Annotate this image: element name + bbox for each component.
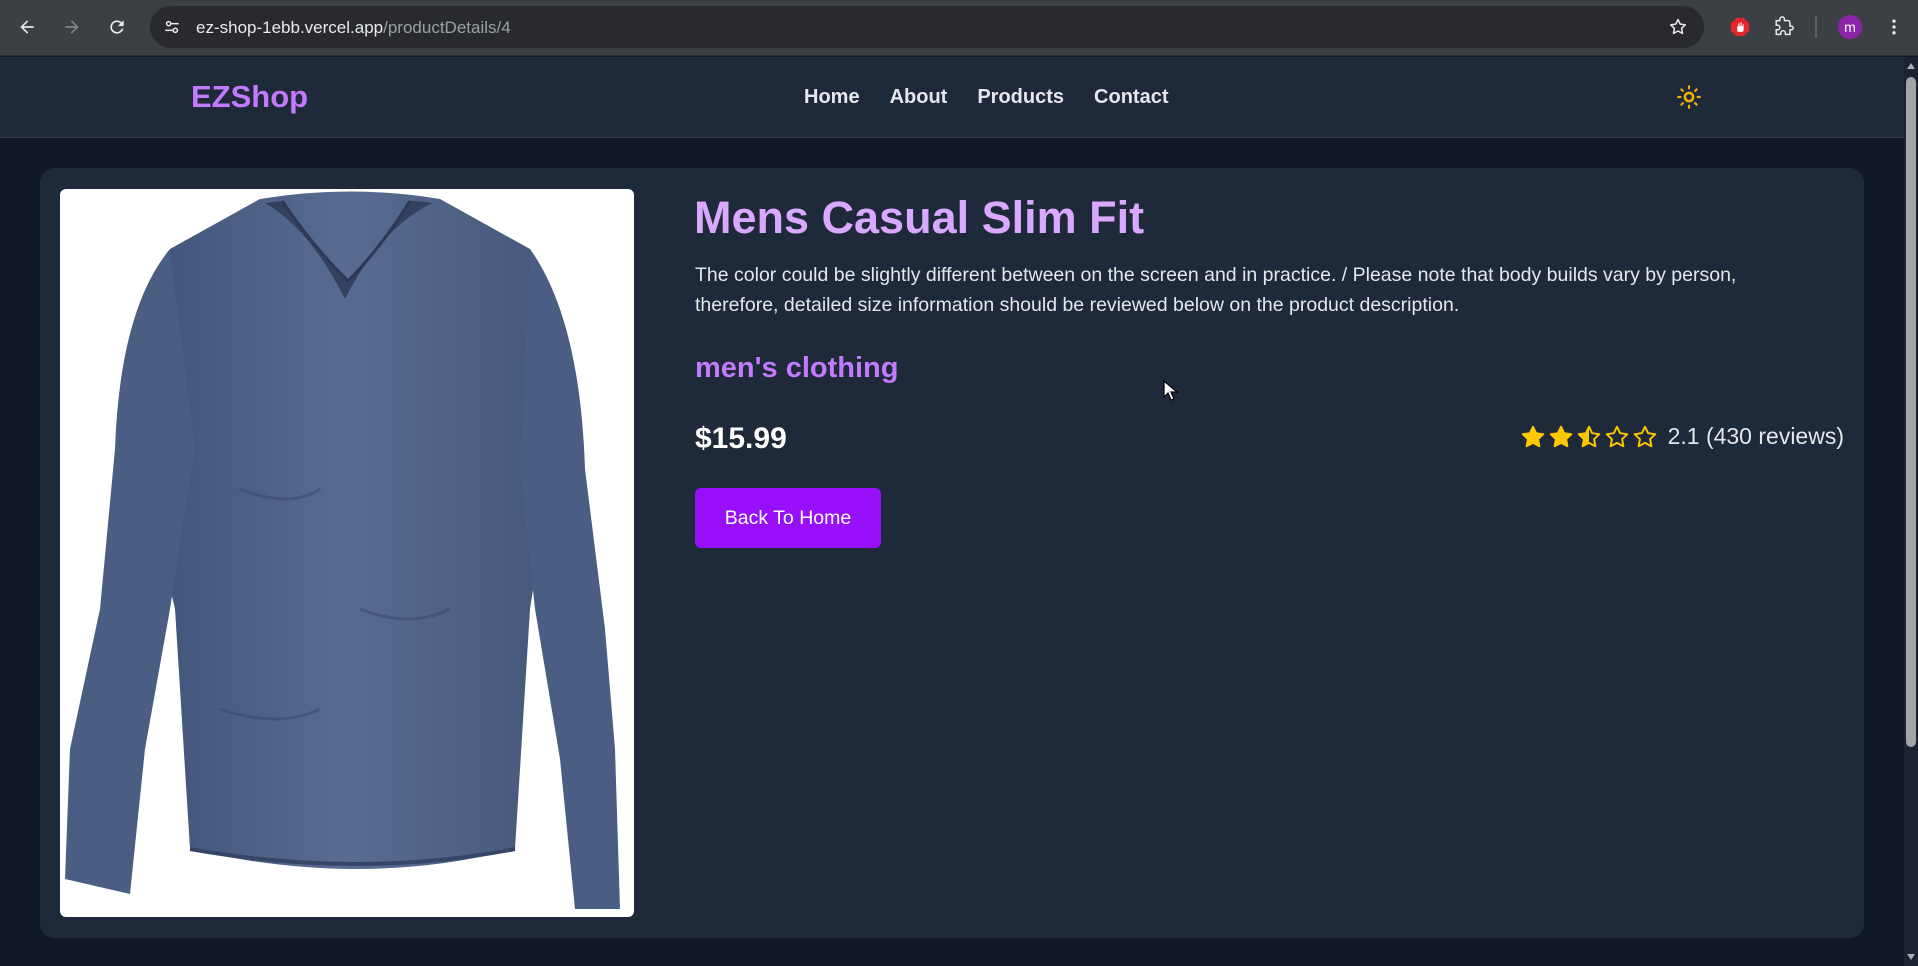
bookmark-star-icon[interactable] bbox=[1666, 15, 1690, 39]
nav-products[interactable]: Products bbox=[977, 86, 1064, 109]
star-half-icon bbox=[1577, 425, 1600, 447]
profile-avatar[interactable]: m bbox=[1838, 15, 1862, 39]
url-host: ez-shop-1ebb.vercel.app bbox=[196, 18, 384, 37]
nav-about[interactable]: About bbox=[890, 86, 948, 109]
main-nav: Home About Products Contact bbox=[804, 86, 1168, 109]
product-price: $15.99 bbox=[695, 422, 787, 455]
product-category: men's clothing bbox=[695, 352, 899, 384]
star-full-icon bbox=[1521, 425, 1544, 447]
toolbar-divider bbox=[1815, 16, 1817, 38]
sun-icon bbox=[1677, 85, 1701, 109]
forward-arrow-icon bbox=[65, 20, 79, 34]
long-sleeve-shirt-image bbox=[65, 191, 620, 909]
site-settings-icon[interactable] bbox=[160, 15, 184, 39]
back-button[interactable] bbox=[10, 10, 44, 44]
site-header: EZShop Home About Products Contact bbox=[0, 57, 1904, 138]
product-rating: 2.1 (430 reviews) bbox=[1520, 423, 1844, 450]
page-scrollbar[interactable] bbox=[1904, 57, 1918, 966]
site-logo[interactable]: EZShop bbox=[191, 79, 308, 115]
star-empty-icon bbox=[1605, 425, 1628, 447]
rating-text: 2.1 (430 reviews) bbox=[1667, 423, 1844, 449]
mouse-cursor-icon bbox=[1163, 380, 1179, 401]
kebab-menu-icon[interactable] bbox=[1880, 13, 1908, 41]
product-card: Mens Casual Slim Fit The color could be … bbox=[40, 168, 1864, 938]
back-to-home-button[interactable]: Back To Home bbox=[695, 488, 881, 548]
product-title: Mens Casual Slim Fit bbox=[694, 192, 1145, 243]
scroll-down-arrow-icon[interactable] bbox=[1907, 954, 1915, 960]
url-text[interactable]: ez-shop-1ebb.vercel.app/productDetails/4 bbox=[196, 18, 511, 38]
browser-toolbar: ez-shop-1ebb.vercel.app/productDetails/4… bbox=[0, 0, 1918, 56]
extensions-puzzle-icon[interactable] bbox=[1770, 13, 1798, 41]
rating-stars bbox=[1520, 424, 1658, 450]
scroll-up-arrow-icon[interactable] bbox=[1907, 63, 1915, 69]
back-arrow-icon bbox=[20, 20, 34, 34]
product-image bbox=[60, 189, 634, 917]
address-bar[interactable]: ez-shop-1ebb.vercel.app/productDetails/4 bbox=[150, 6, 1704, 48]
reload-icon bbox=[110, 20, 124, 34]
star-full-icon bbox=[1549, 425, 1572, 447]
nav-contact[interactable]: Contact bbox=[1094, 86, 1168, 109]
reload-button[interactable] bbox=[100, 10, 134, 44]
url-path: /productDetails/4 bbox=[383, 18, 511, 37]
nav-home[interactable]: Home bbox=[804, 86, 860, 109]
scroll-thumb[interactable] bbox=[1906, 77, 1916, 747]
theme-toggle-button[interactable] bbox=[1676, 84, 1702, 110]
product-description: The color could be slightly different be… bbox=[695, 264, 1737, 316]
forward-button[interactable] bbox=[55, 10, 89, 44]
star-empty-icon bbox=[1633, 425, 1656, 447]
extension-stop-icon[interactable] bbox=[1726, 13, 1754, 41]
